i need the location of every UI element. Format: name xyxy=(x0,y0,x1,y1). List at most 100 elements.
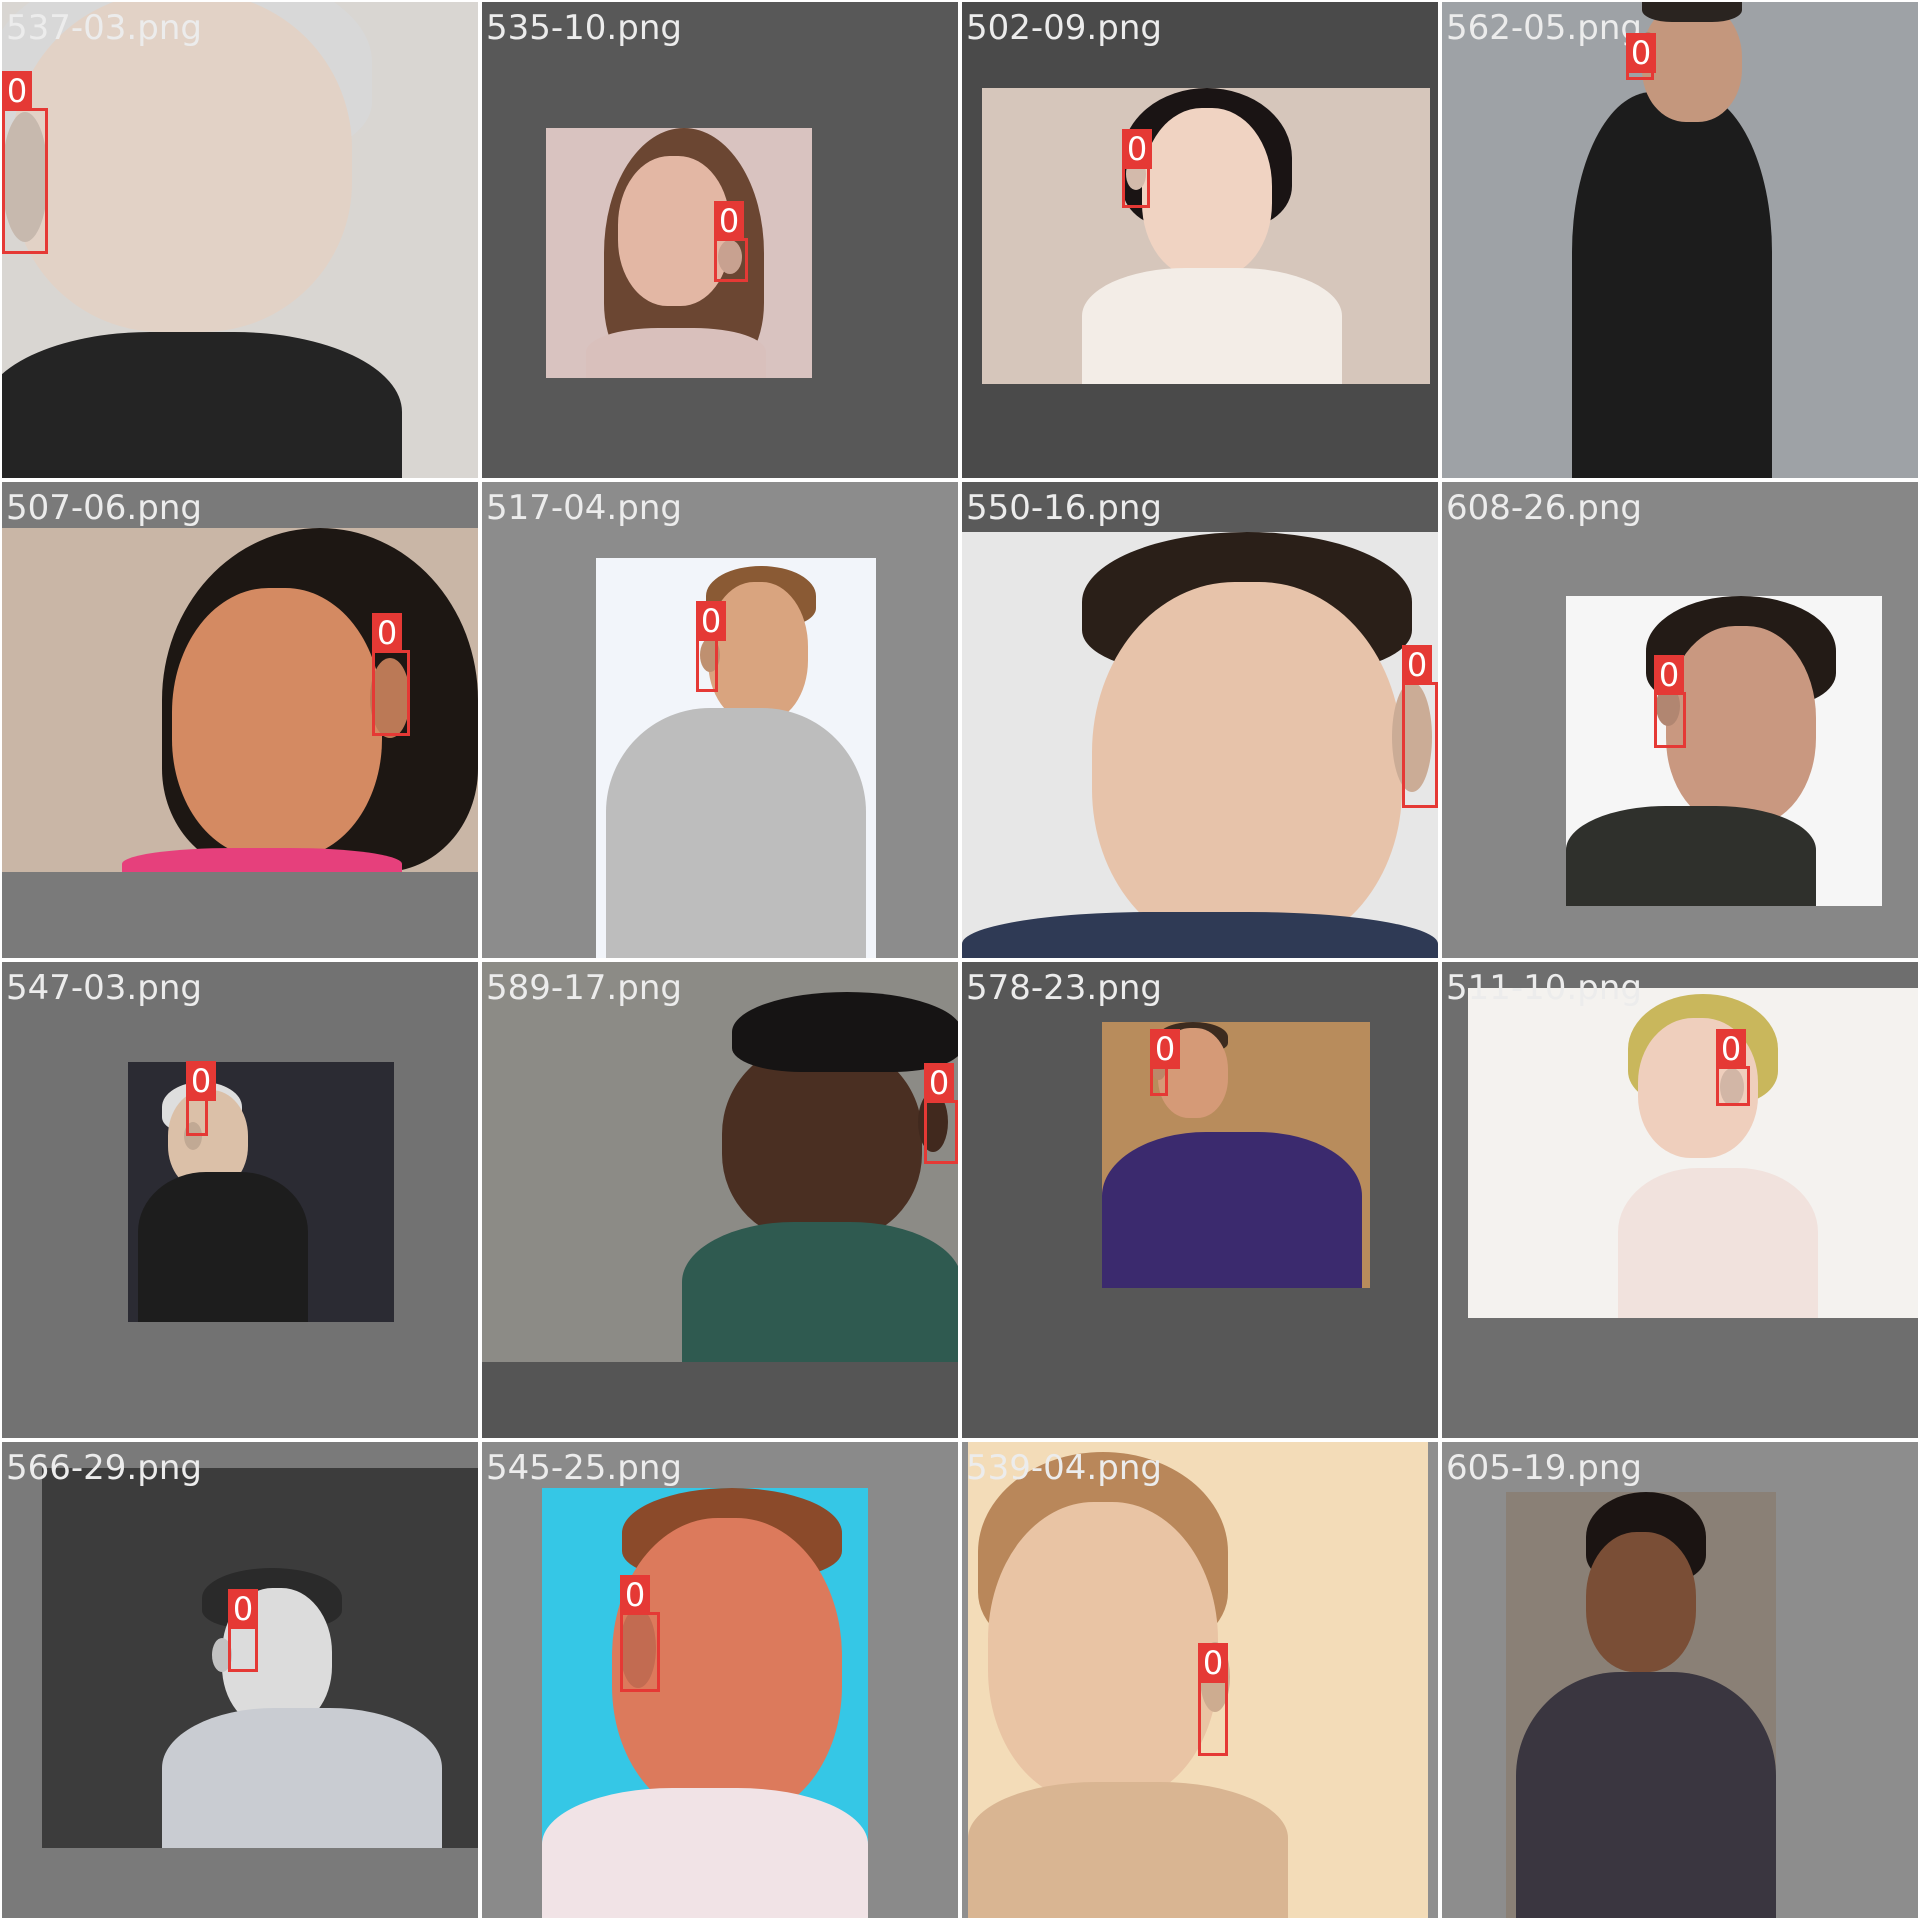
figure-face xyxy=(1092,582,1402,952)
bounding-box: 0 xyxy=(186,1061,216,1136)
figure-body xyxy=(682,1222,958,1362)
photo xyxy=(1442,2,1918,478)
class-label: 0 xyxy=(924,1063,954,1103)
figure-body xyxy=(606,708,866,958)
photo xyxy=(982,88,1430,384)
tile-511-10: 511-10.png 0 xyxy=(1440,960,1920,1440)
tile-550-16: 550-16.png 0 xyxy=(960,480,1440,960)
figure-hair xyxy=(1642,2,1742,22)
tile-537-03: 537-03.png 0 xyxy=(0,0,480,480)
filename-label: 535-10.png xyxy=(486,8,682,48)
filename-label: 511-10.png xyxy=(1446,968,1642,1008)
filename-label: 502-09.png xyxy=(966,8,1162,48)
figure-body xyxy=(1566,806,1816,906)
photo xyxy=(596,558,876,958)
photo xyxy=(1468,988,1918,1318)
bounding-box: 0 xyxy=(1198,1643,1228,1756)
filename-label: 605-19.png xyxy=(1446,1448,1642,1488)
figure-body xyxy=(968,1782,1288,1918)
figure-face xyxy=(1666,626,1816,826)
filename-label: 545-25.png xyxy=(486,1448,682,1488)
filename-label: 537-03.png xyxy=(6,8,202,48)
figure-face xyxy=(722,1042,922,1242)
figure-body xyxy=(962,912,1438,958)
figure-hair xyxy=(732,992,958,1072)
figure-body xyxy=(1516,1672,1776,1918)
figure-body xyxy=(1102,1132,1362,1288)
class-label: 0 xyxy=(1626,33,1656,73)
tile-608-26: 608-26.png 0 xyxy=(1440,480,1920,960)
class-label: 0 xyxy=(714,201,744,241)
tile-502-09: 502-09.png 0 xyxy=(960,0,1440,480)
class-label: 0 xyxy=(620,1575,650,1615)
figure-body xyxy=(1082,268,1342,384)
class-label: 0 xyxy=(1402,645,1432,685)
figure-face xyxy=(1586,1532,1696,1672)
photo xyxy=(482,962,958,1362)
filename-label: 507-06.png xyxy=(6,488,202,528)
tile-507-06: 507-06.png 0 xyxy=(0,480,480,960)
bounding-box: 0 xyxy=(1122,129,1152,208)
class-label: 0 xyxy=(1122,129,1152,169)
class-label: 0 xyxy=(1716,1029,1746,1069)
filename-label: 550-16.png xyxy=(966,488,1162,528)
bounding-box: 0 xyxy=(2,71,48,254)
figure-face xyxy=(12,2,352,332)
figure-body xyxy=(1572,92,1772,478)
filename-label: 578-23.png xyxy=(966,968,1162,1008)
figure-body xyxy=(586,328,766,378)
tile-589-17: 589-17.png 0 xyxy=(480,960,960,1440)
bounding-box: 0 xyxy=(696,601,726,692)
bounding-box: 0 xyxy=(1654,655,1686,748)
filename-label: 517-04.png xyxy=(486,488,682,528)
tile-566-29: 566-29.png 0 xyxy=(0,1440,480,1920)
tile-545-25: 545-25.png 0 xyxy=(480,1440,960,1920)
tile-605-19: 605-19.png xyxy=(1440,1440,1920,1920)
photo xyxy=(962,532,1438,958)
photo xyxy=(542,1488,868,1918)
photo xyxy=(42,1468,478,1848)
filename-label: 608-26.png xyxy=(1446,488,1642,528)
figure-body xyxy=(162,1708,442,1848)
tile-578-23: 578-23.png 0 xyxy=(960,960,1440,1440)
bounding-box: 0 xyxy=(1402,645,1438,808)
figure-body xyxy=(122,848,402,872)
filename-label: 589-17.png xyxy=(486,968,682,1008)
tile-562-05: 562-05.png 0 xyxy=(1440,0,1920,480)
image-mosaic: 537-03.png 0 535-10.png 0 502-09.png 0 5… xyxy=(0,0,1920,1920)
class-label: 0 xyxy=(372,613,402,653)
figure-face xyxy=(1142,108,1272,278)
photo xyxy=(2,2,478,478)
bounding-box: 0 xyxy=(372,613,410,736)
filename-label: 562-05.png xyxy=(1446,8,1642,48)
bounding-box: 0 xyxy=(1716,1029,1750,1106)
photo xyxy=(1102,1022,1370,1288)
photo xyxy=(1566,596,1882,906)
tile-535-10: 535-10.png 0 xyxy=(480,0,960,480)
photo xyxy=(128,1062,394,1322)
bounding-box: 0 xyxy=(620,1575,660,1692)
bounding-box: 0 xyxy=(1150,1029,1180,1096)
photo xyxy=(546,128,812,378)
class-label: 0 xyxy=(2,71,32,111)
class-label: 0 xyxy=(1150,1029,1180,1069)
class-label: 0 xyxy=(1198,1643,1228,1683)
class-label: 0 xyxy=(186,1061,216,1101)
figure-face xyxy=(172,588,382,858)
figure-body xyxy=(138,1172,308,1322)
bounding-box: 0 xyxy=(924,1063,958,1164)
bounding-box: 0 xyxy=(1626,33,1656,80)
class-label: 0 xyxy=(696,601,726,641)
tile-539-04: 539-04.png 0 xyxy=(960,1440,1440,1920)
filename-label: 566-29.png xyxy=(6,1448,202,1488)
tile-547-03: 547-03.png 0 xyxy=(0,960,480,1440)
filename-label: 539-04.png xyxy=(966,1448,1162,1488)
figure-body xyxy=(1618,1168,1818,1318)
figure-face xyxy=(988,1502,1218,1802)
class-label: 0 xyxy=(228,1589,258,1629)
class-label: 0 xyxy=(1654,655,1684,695)
filename-label: 547-03.png xyxy=(6,968,202,1008)
tile-517-04: 517-04.png 0 xyxy=(480,480,960,960)
photo xyxy=(1506,1492,1776,1918)
figure-body xyxy=(2,332,402,478)
